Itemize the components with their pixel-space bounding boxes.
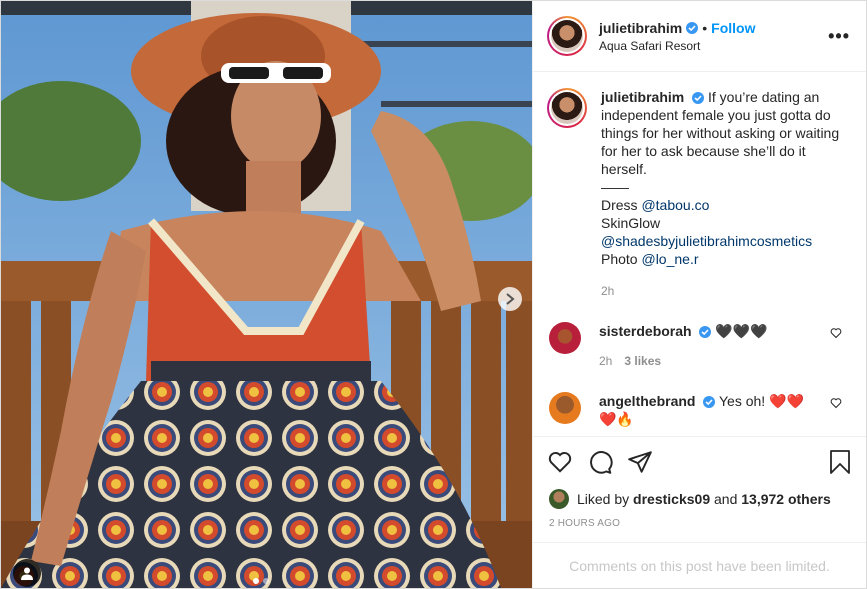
caption-divider: —— <box>601 179 629 195</box>
comment-text: 🖤🖤🖤 <box>715 323 768 339</box>
shades-mention-link[interactable]: @shadesbyjulietibrahimcosmetics <box>601 232 850 250</box>
post-caption: julietibrahim If you’re dating an indepe… <box>547 88 850 300</box>
share-paper-plane-icon[interactable] <box>627 449 653 475</box>
post-actions-bar <box>533 436 866 486</box>
post-header: julietibrahim • Follow Aqua Safari Resor… <box>533 1 866 72</box>
first-liker-username[interactable]: dresticks09 <box>633 491 710 507</box>
post-details-panel: julietibrahim • Follow Aqua Safari Resor… <box>532 1 866 588</box>
like-heart-icon[interactable] <box>547 449 573 475</box>
caption-timestamp[interactable]: 2h <box>601 282 850 300</box>
liker-avatar[interactable] <box>549 489 569 509</box>
carousel-indicator <box>253 578 269 584</box>
comment-timestamp[interactable]: 2h <box>599 352 612 370</box>
dress-mention-link[interactable]: @tabou.co <box>641 197 709 213</box>
likes-summary: Liked by dresticks09 and 13,972 others <box>533 486 866 512</box>
next-photo-button[interactable] <box>498 287 522 311</box>
likes-others-link[interactable]: 13,972 others <box>741 491 831 507</box>
comment-likes-count[interactable]: 3 likes <box>624 352 661 370</box>
comment-item: sisterdeborah 🖤🖤🖤 2h 3 likes <box>547 322 850 370</box>
likes-prefix: Liked by <box>577 491 630 507</box>
instagram-post: julietibrahim • Follow Aqua Safari Resor… <box>0 0 867 589</box>
comment-bubble-icon[interactable] <box>587 449 613 475</box>
carousel-dot-2 <box>263 578 269 584</box>
photo-image <box>1 1 532 588</box>
follow-button[interactable]: Follow <box>711 20 755 36</box>
photo-mention-link[interactable]: @lo_ne.r <box>641 251 698 267</box>
post-location[interactable]: Aqua Safari Resort <box>599 39 828 53</box>
caption-dress-line: Dress @tabou.co <box>601 196 850 214</box>
chevron-right-icon <box>506 293 515 305</box>
comment-like-heart-icon[interactable] <box>830 396 842 414</box>
tagged-users-button[interactable] <box>13 559 41 587</box>
comments-limited-notice: Comments on this post have been limited. <box>533 542 866 588</box>
post-time-ago[interactable]: 2 HOURS AGO <box>533 512 866 542</box>
commenter-username[interactable]: sisterdeborah <box>599 323 692 339</box>
separator-bullet: • <box>702 19 708 36</box>
commenter-avatar[interactable] <box>549 392 581 424</box>
caption-photo-line: Photo @lo_ne.r <box>601 250 850 268</box>
commenter-avatar[interactable] <box>549 322 581 354</box>
dress-label: Dress <box>601 197 638 213</box>
author-username[interactable]: julietibrahim <box>599 20 682 36</box>
commenter-username[interactable]: angelthebrand <box>599 393 695 409</box>
likes-and: and <box>714 491 738 507</box>
comment-like-heart-icon[interactable] <box>830 326 842 344</box>
photo-label: Photo <box>601 251 638 267</box>
carousel-dot-1 <box>253 578 259 584</box>
post-photo[interactable] <box>1 1 532 588</box>
user-tag-icon <box>21 567 33 580</box>
verified-badge-icon <box>686 21 699 34</box>
caption-skin-line: SkinGlow <box>601 215 661 231</box>
verified-badge-icon <box>703 396 716 408</box>
comment-item: angelthebrand Yes oh! ❤️❤️❤️🔥 <box>547 392 850 428</box>
verified-badge-icon <box>692 92 705 104</box>
more-options-icon[interactable]: ••• <box>828 26 850 47</box>
save-bookmark-icon[interactable] <box>828 449 852 475</box>
comments-section: julietibrahim If you’re dating an indepe… <box>533 72 866 436</box>
author-avatar[interactable] <box>547 16 587 56</box>
caption-author-avatar[interactable] <box>547 88 587 128</box>
caption-author-username[interactable]: julietibrahim <box>601 89 684 105</box>
verified-badge-icon <box>699 326 712 338</box>
